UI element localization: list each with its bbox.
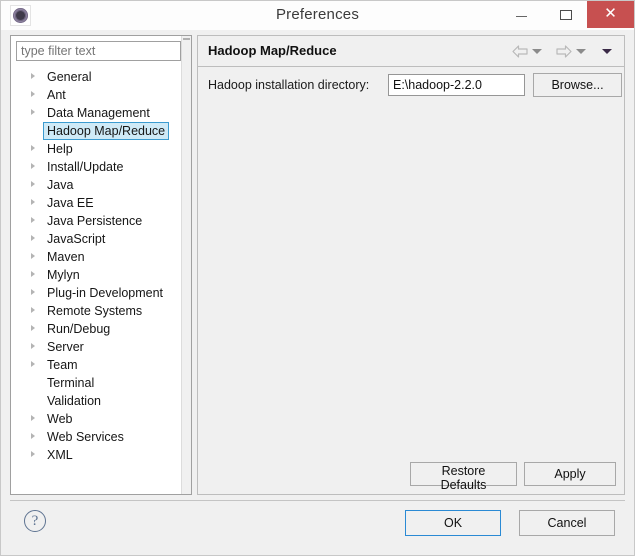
expand-arrow-icon[interactable] bbox=[31, 199, 35, 205]
page-header: Hadoop Map/Reduce bbox=[198, 36, 624, 67]
tree-item-label: General bbox=[44, 68, 94, 86]
install-directory-input[interactable] bbox=[388, 74, 525, 96]
expand-arrow-icon[interactable] bbox=[31, 343, 35, 349]
expand-arrow-icon[interactable] bbox=[31, 217, 35, 223]
tree-item-server[interactable]: Server bbox=[11, 338, 183, 356]
maximize-icon bbox=[560, 10, 572, 20]
minimize-button[interactable] bbox=[499, 1, 544, 28]
tree-item-label: Help bbox=[44, 140, 76, 158]
tree-item-label: Plug-in Development bbox=[44, 284, 166, 302]
expand-arrow-icon[interactable] bbox=[31, 307, 35, 313]
minimize-icon bbox=[516, 16, 527, 17]
expand-arrow-icon[interactable] bbox=[31, 91, 35, 97]
expand-arrow-icon[interactable] bbox=[31, 271, 35, 277]
tree-item-label: JavaScript bbox=[44, 230, 108, 248]
cancel-button[interactable]: Cancel bbox=[519, 510, 615, 536]
tree-item-label: Hadoop Map/Reduce bbox=[43, 122, 169, 140]
tree-item-label: Validation bbox=[44, 392, 104, 410]
expand-arrow-icon[interactable] bbox=[31, 433, 35, 439]
tree-item-mylyn[interactable]: Mylyn bbox=[11, 266, 183, 284]
tree-item-team[interactable]: Team bbox=[11, 356, 183, 374]
browse-button[interactable]: Browse... bbox=[533, 73, 622, 97]
tree-item-terminal[interactable]: Terminal bbox=[11, 374, 183, 392]
back-dropdown-icon[interactable] bbox=[532, 49, 542, 54]
dialog-body: GeneralAntData ManagementHadoop Map/Redu… bbox=[1, 30, 634, 555]
tree-item-label: Remote Systems bbox=[44, 302, 145, 320]
preference-page: Hadoop Map/Reduce bbox=[197, 35, 625, 495]
tree-item-javascript[interactable]: JavaScript bbox=[11, 230, 183, 248]
expand-arrow-icon[interactable] bbox=[31, 325, 35, 331]
expand-arrow-icon[interactable] bbox=[31, 451, 35, 457]
tree-item-label: Java Persistence bbox=[44, 212, 145, 230]
tree-item-general[interactable]: General bbox=[11, 68, 183, 86]
expand-arrow-icon[interactable] bbox=[31, 73, 35, 79]
tree-item-label: Java EE bbox=[44, 194, 97, 212]
dialog-button-bar: ? OK Cancel bbox=[10, 500, 625, 546]
tree-item-label: Team bbox=[44, 356, 81, 374]
page-title: Hadoop Map/Reduce bbox=[208, 43, 337, 58]
tree-item-label: Run/Debug bbox=[44, 320, 113, 338]
forward-arrow-icon[interactable] bbox=[556, 45, 572, 58]
question-mark-icon[interactable]: ? bbox=[24, 510, 48, 534]
install-directory-row: Hadoop installation directory: Browse... bbox=[198, 67, 624, 103]
expand-arrow-icon[interactable] bbox=[31, 109, 35, 115]
view-menu-icon[interactable] bbox=[602, 49, 612, 54]
tree-item-install-update[interactable]: Install/Update bbox=[11, 158, 183, 176]
tree-item-data-management[interactable]: Data Management bbox=[11, 104, 183, 122]
preferences-dialog: Preferences ✕ GeneralAntData ManagementH… bbox=[0, 0, 635, 556]
tree-item-help[interactable]: Help bbox=[11, 140, 183, 158]
tree-item-label: Web Services bbox=[44, 428, 127, 446]
expand-arrow-icon[interactable] bbox=[31, 253, 35, 259]
tree-item-label: Ant bbox=[44, 86, 69, 104]
tree-item-web[interactable]: Web bbox=[11, 410, 183, 428]
preference-tree-panel: GeneralAntData ManagementHadoop Map/Redu… bbox=[10, 35, 192, 495]
preference-tree: GeneralAntData ManagementHadoop Map/Redu… bbox=[11, 68, 183, 464]
maximize-button[interactable] bbox=[544, 1, 589, 28]
tree-item-web-services[interactable]: Web Services bbox=[11, 428, 183, 446]
tree-scrollbar-thumb[interactable] bbox=[183, 38, 190, 40]
apply-button[interactable]: Apply bbox=[524, 462, 616, 486]
tree-item-label: Data Management bbox=[44, 104, 153, 122]
tree-item-label: Web bbox=[44, 410, 75, 428]
close-button[interactable]: ✕ bbox=[587, 1, 634, 28]
tree-item-label: Install/Update bbox=[44, 158, 126, 176]
tree-item-plug-in-development[interactable]: Plug-in Development bbox=[11, 284, 183, 302]
install-directory-label: Hadoop installation directory: bbox=[208, 78, 369, 92]
tree-item-validation[interactable]: Validation bbox=[11, 392, 183, 410]
tree-item-label: Terminal bbox=[44, 374, 97, 392]
tree-item-run-debug[interactable]: Run/Debug bbox=[11, 320, 183, 338]
expand-arrow-icon[interactable] bbox=[31, 163, 35, 169]
tree-item-hadoop-map-reduce[interactable]: Hadoop Map/Reduce bbox=[11, 122, 183, 140]
tree-item-label: Java bbox=[44, 176, 76, 194]
expand-arrow-icon[interactable] bbox=[31, 415, 35, 421]
tree-item-label: Server bbox=[44, 338, 87, 356]
expand-arrow-icon[interactable] bbox=[31, 145, 35, 151]
expand-arrow-icon[interactable] bbox=[31, 235, 35, 241]
forward-dropdown-icon[interactable] bbox=[576, 49, 586, 54]
restore-defaults-button[interactable]: Restore Defaults bbox=[410, 462, 517, 486]
tree-item-xml[interactable]: XML bbox=[11, 446, 183, 464]
expand-arrow-icon[interactable] bbox=[31, 181, 35, 187]
tree-item-ant[interactable]: Ant bbox=[11, 86, 183, 104]
expand-arrow-icon[interactable] bbox=[31, 361, 35, 367]
tree-item-maven[interactable]: Maven bbox=[11, 248, 183, 266]
title-bar: Preferences ✕ bbox=[1, 1, 634, 30]
tree-item-label: Mylyn bbox=[44, 266, 83, 284]
ok-button[interactable]: OK bbox=[405, 510, 501, 536]
tree-item-java-ee[interactable]: Java EE bbox=[11, 194, 183, 212]
tree-item-remote-systems[interactable]: Remote Systems bbox=[11, 302, 183, 320]
tree-item-java[interactable]: Java bbox=[11, 176, 183, 194]
filter-input[interactable] bbox=[16, 41, 181, 61]
tree-item-java-persistence[interactable]: Java Persistence bbox=[11, 212, 183, 230]
back-arrow-icon[interactable] bbox=[512, 45, 528, 58]
close-icon: ✕ bbox=[587, 1, 634, 28]
expand-arrow-icon[interactable] bbox=[31, 289, 35, 295]
tree-item-label: XML bbox=[44, 446, 76, 464]
tree-item-label: Maven bbox=[44, 248, 88, 266]
